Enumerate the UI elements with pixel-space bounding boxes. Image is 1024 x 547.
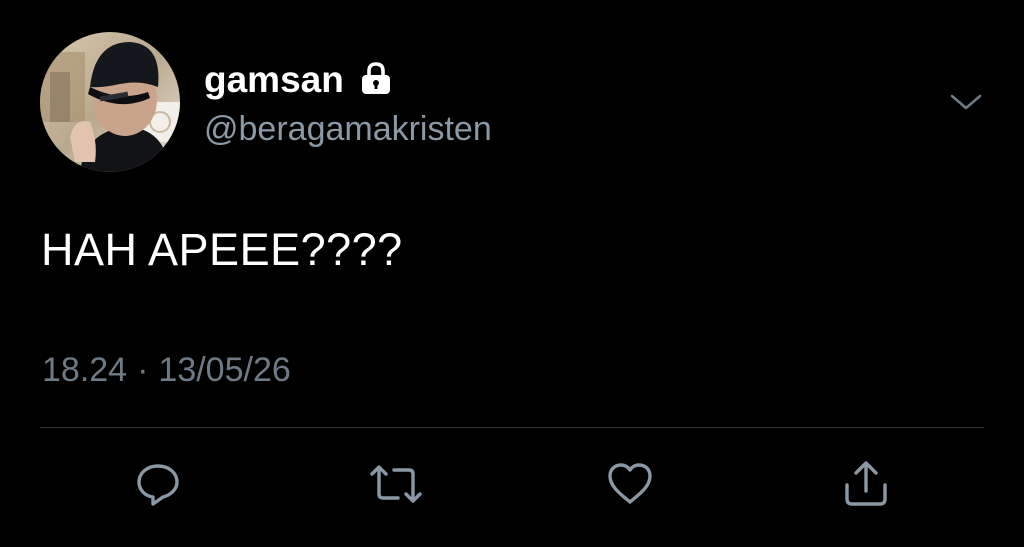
share-button[interactable] — [840, 460, 892, 512]
tweet-date: 13/05/26 — [158, 351, 291, 389]
lock-icon — [358, 60, 394, 96]
reply-icon — [134, 460, 182, 513]
tweet-detail: gamsan @beragamakristen HAH APEEE???? 18… — [0, 0, 1024, 547]
tweet-timestamp[interactable]: 18.24 · 13/05/26 — [42, 349, 291, 391]
divider — [40, 427, 984, 428]
user-handle[interactable]: @beragamakristen — [204, 108, 492, 150]
display-name-row[interactable]: gamsan — [204, 58, 394, 102]
heart-icon — [605, 460, 655, 513]
reply-button[interactable] — [132, 460, 184, 512]
avatar[interactable] — [40, 32, 180, 172]
meta-separator: · — [137, 351, 149, 389]
display-name[interactable]: gamsan — [204, 58, 344, 102]
share-icon — [841, 459, 891, 514]
retweet-icon — [368, 460, 424, 513]
like-button[interactable] — [604, 460, 656, 512]
retweet-button[interactable] — [370, 460, 422, 512]
tweet-time: 18.24 — [42, 351, 128, 389]
chevron-down-icon[interactable] — [948, 88, 984, 116]
tweet-text: HAH APEEE???? — [41, 224, 403, 275]
